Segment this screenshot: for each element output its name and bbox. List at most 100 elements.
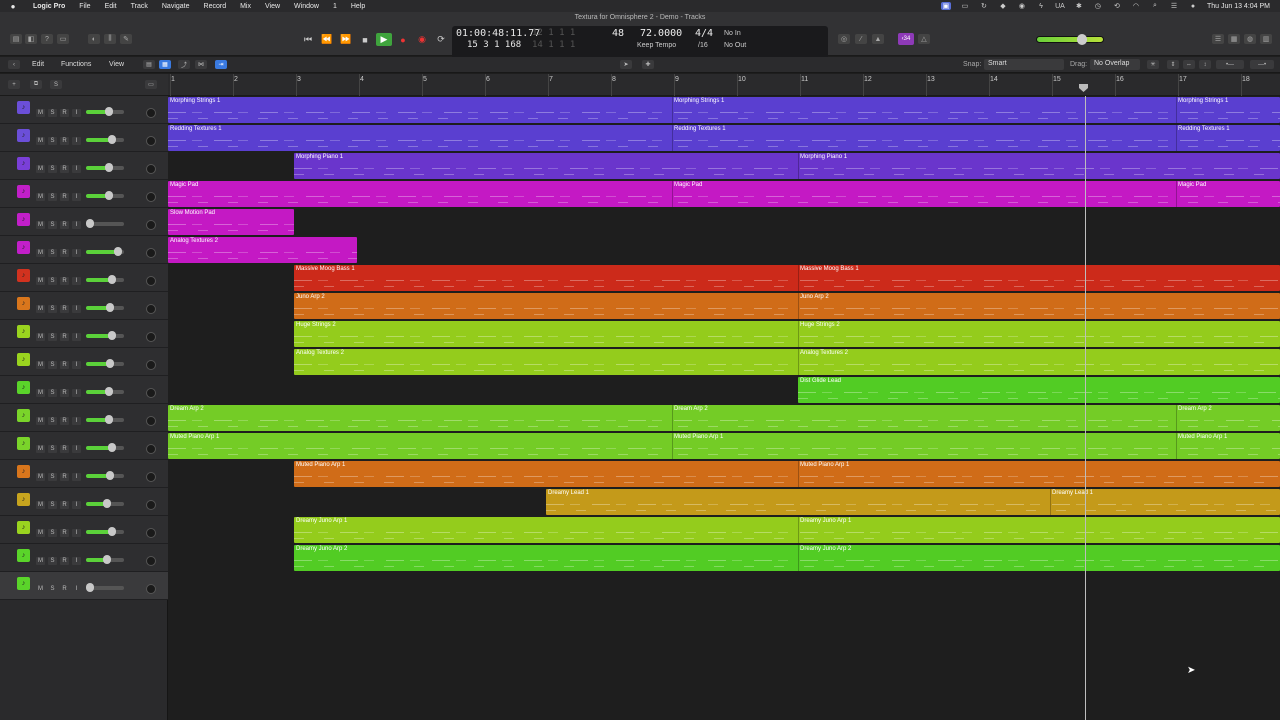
record-enable-button[interactable]: R (60, 221, 69, 229)
region[interactable]: Juno Arp 2 Juno Arp 2 (294, 293, 1280, 319)
mute-button[interactable]: M (36, 585, 45, 593)
pan-knob[interactable] (146, 136, 156, 146)
region[interactable]: Analog Textures 2 (168, 237, 357, 263)
volume-fader[interactable] (86, 306, 124, 310)
rewind-icon[interactable]: ⏪ (319, 33, 335, 46)
record-icon[interactable]: ● (395, 33, 411, 46)
volume-fader-knob[interactable] (86, 219, 94, 228)
region[interactable]: Huge Strings 2 Huge Strings 2 (294, 321, 1280, 347)
mute-button[interactable]: M (36, 557, 45, 565)
mixer-icon[interactable]: ⫼ (104, 34, 116, 44)
mute-button[interactable]: M (36, 529, 45, 537)
lcd-tempo[interactable]: 72.0000 (640, 28, 682, 39)
volume-fader[interactable] (86, 362, 124, 366)
mute-button[interactable]: M (36, 193, 45, 201)
menu-help[interactable]: Help (344, 3, 372, 10)
volume-fader-knob[interactable] (108, 443, 116, 452)
bolt-icon[interactable]: ϟ (1036, 2, 1046, 10)
region[interactable]: Dreamy Lead 1 Dreamy Lead 1 (546, 489, 1280, 515)
mute-button[interactable]: M (36, 165, 45, 173)
solo-icon[interactable]: ⁄ (855, 34, 867, 44)
editors-icon[interactable]: ✎ (120, 34, 132, 44)
volume-fader-knob[interactable] (108, 135, 116, 144)
waveform-zoom-icon[interactable]: ✳ (1147, 60, 1159, 69)
apple-menu-icon[interactable]: ● (0, 2, 26, 11)
pan-knob[interactable] (146, 528, 156, 538)
input-monitor-button[interactable]: I (72, 417, 81, 425)
record-enable-button[interactable]: R (60, 165, 69, 173)
screen-share-icon[interactable]: ▣ (940, 2, 951, 10)
pan-knob[interactable] (146, 220, 156, 230)
input-monitor-button[interactable]: I (72, 193, 81, 201)
volume-fader-knob[interactable] (105, 107, 113, 116)
mute-button[interactable]: M (36, 137, 45, 145)
zoom-slider[interactable]: •— (1216, 60, 1244, 69)
catch-icon[interactable]: ⇥ (215, 60, 227, 69)
master-volume-knob[interactable] (1077, 34, 1087, 45)
instrument-icon[interactable]: ♪ (17, 157, 30, 170)
list-editors-icon[interactable]: ☰ (1212, 34, 1224, 44)
pan-knob[interactable] (146, 108, 156, 118)
pan-knob[interactable] (146, 584, 156, 594)
pan-knob[interactable] (146, 472, 156, 482)
solo-button[interactable]: S (48, 249, 57, 257)
track-header[interactable]: ♪ M S R I (0, 208, 168, 236)
record-enable-button[interactable]: R (60, 501, 69, 509)
instrument-icon[interactable]: ♪ (17, 269, 30, 282)
instrument-icon[interactable]: ♪ (17, 325, 30, 338)
camera-icon[interactable]: ▭ (960, 2, 970, 10)
instrument-icon[interactable]: ♪ (17, 465, 30, 478)
instrument-icon[interactable]: ♪ (17, 493, 30, 506)
menu-1[interactable]: 1 (326, 3, 344, 10)
solo-button[interactable]: S (48, 277, 57, 285)
record-enable-button[interactable]: R (60, 529, 69, 537)
global-solo-icon[interactable]: S (50, 80, 62, 89)
input-monitor-button[interactable]: I (72, 249, 81, 257)
track-header[interactable]: ♪ M S R I (0, 96, 168, 124)
instrument-icon[interactable]: ♪ (17, 549, 30, 562)
track-header[interactable]: ♪ M S R I (0, 544, 168, 572)
menu-file[interactable]: File (72, 3, 97, 10)
track-header[interactable]: ♪ M S R I (0, 236, 168, 264)
menu-record[interactable]: Record (197, 3, 234, 10)
functions-menu[interactable]: Functions (61, 61, 91, 68)
solo-button[interactable]: S (48, 473, 57, 481)
menu-track[interactable]: Track (124, 3, 155, 10)
volume-fader[interactable] (86, 474, 124, 478)
fast-forward-icon[interactable]: ⏩ (338, 33, 354, 46)
menu-clock[interactable]: Thu Jun 13 4:04 PM (1207, 3, 1270, 10)
input-monitor-button[interactable]: I (72, 557, 81, 565)
fit-horizontal-icon[interactable]: ⇔ (1183, 60, 1195, 69)
menu-edit[interactable]: Edit (98, 3, 124, 10)
mute-button[interactable]: M (36, 221, 45, 229)
volume-fader-knob[interactable] (114, 247, 122, 256)
record-enable-button[interactable]: R (60, 417, 69, 425)
track-header[interactable]: ♪ M S R I (0, 404, 168, 432)
pan-knob[interactable] (146, 248, 156, 258)
pan-knob[interactable] (146, 500, 156, 510)
region[interactable]: Dream Arp 2 Dream Arp 2 Dream Arp 2 (168, 405, 1280, 431)
volume-fader-knob[interactable] (105, 163, 113, 172)
input-source[interactable]: UA (1055, 2, 1065, 10)
back-icon[interactable]: ‹ (8, 60, 20, 69)
mute-button[interactable]: M (36, 249, 45, 257)
region[interactable]: Dreamy Juno Arp 2 Dreamy Juno Arp 2 (294, 545, 1280, 571)
instrument-icon[interactable]: ♪ (17, 577, 30, 590)
stop-icon[interactable]: ■ (357, 33, 373, 46)
instrument-icon[interactable]: ♪ (17, 241, 30, 254)
track-header[interactable]: ♪ M S R I (0, 292, 168, 320)
track-header[interactable]: ♪ M S R I (0, 264, 168, 292)
track-header[interactable]: ♪ M S R I (0, 124, 168, 152)
track-header[interactable]: ♪ M S R I (0, 572, 168, 600)
count-in-button[interactable]: ‹34 (898, 33, 914, 45)
fit-vertical-icon[interactable]: ⇕ (1167, 60, 1179, 69)
cycle-icon[interactable]: ⟳ (433, 33, 449, 46)
pan-knob[interactable] (146, 164, 156, 174)
volume-fader-knob[interactable] (103, 555, 111, 564)
input-monitor-button[interactable]: I (72, 333, 81, 341)
playhead-line[interactable] (1084, 96, 1086, 720)
quick-help-icon[interactable]: ? (41, 34, 53, 44)
play-icon[interactable]: ▶ (376, 33, 392, 46)
capture-recording-icon[interactable]: ◉ (414, 33, 430, 46)
track-header[interactable]: ♪ M S R I (0, 376, 168, 404)
